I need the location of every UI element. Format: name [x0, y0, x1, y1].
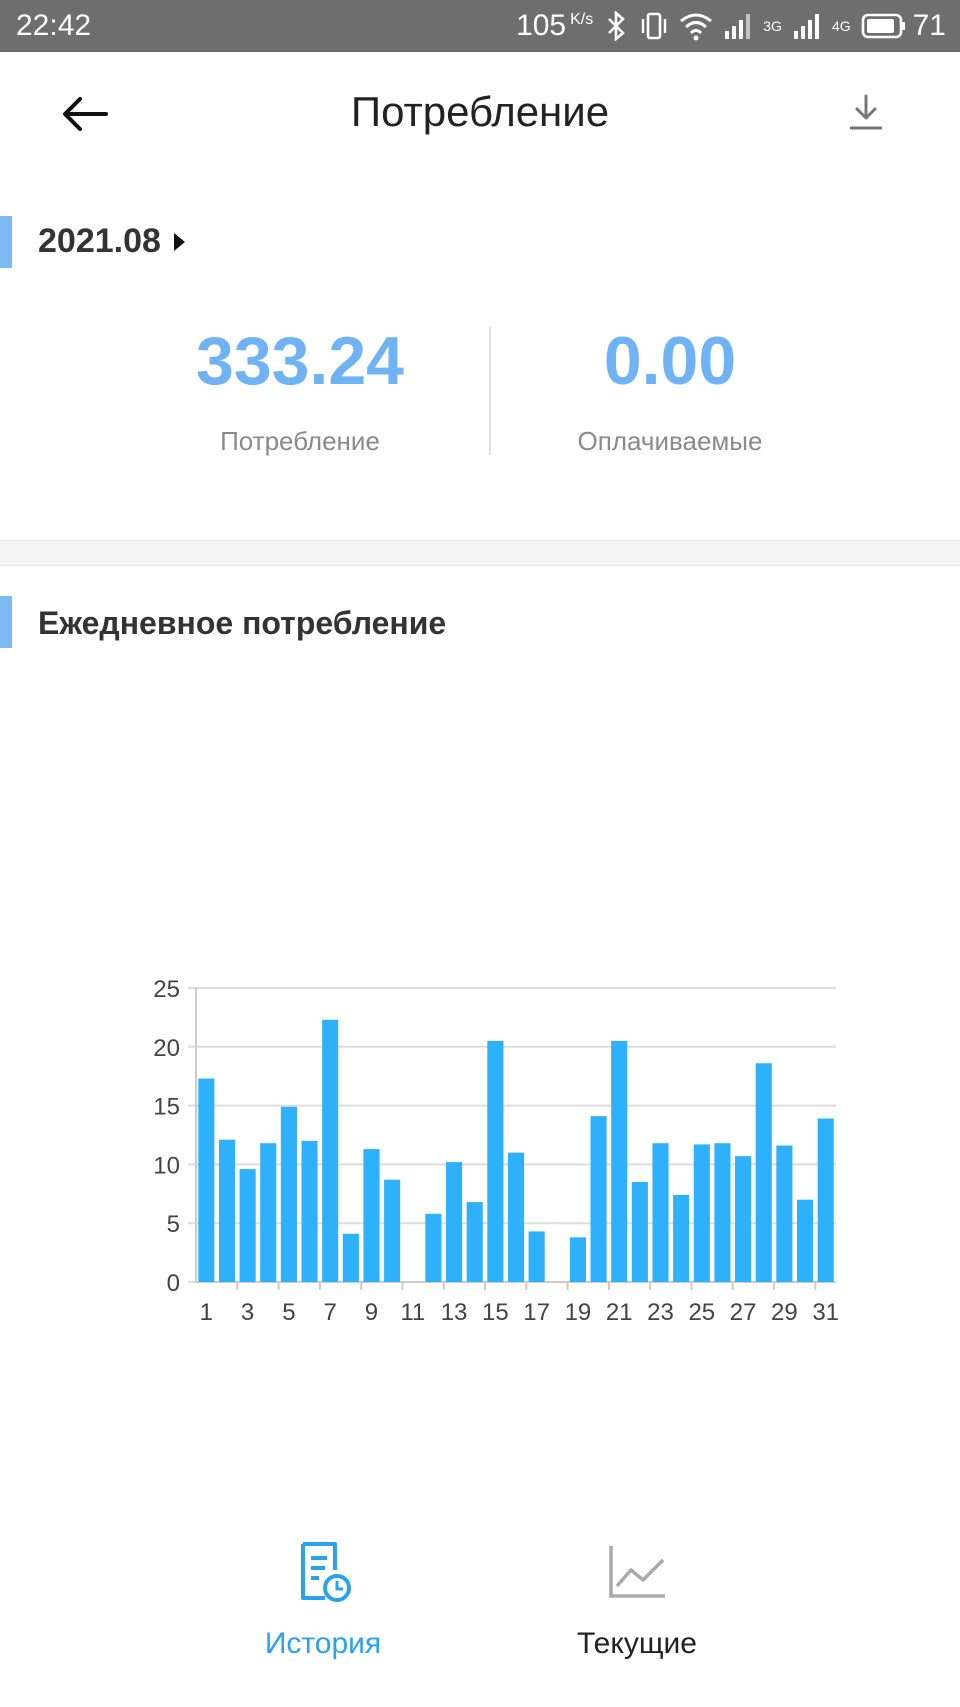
- daily-section-title: Ежедневное потребление: [38, 605, 447, 641]
- chart-x-tick-label: 21: [606, 1299, 633, 1326]
- chart-bar: [322, 1019, 339, 1282]
- network-speed-unit: K/s: [570, 11, 594, 28]
- chart-bar: [714, 1143, 731, 1282]
- history-document-icon: [301, 1542, 351, 1602]
- section-separator: [0, 540, 960, 566]
- chart-bar: [425, 1213, 442, 1282]
- chart-bar: [507, 1152, 525, 1282]
- chart-y-tick-label: 10: [153, 1152, 180, 1179]
- chart-bar: [218, 1139, 236, 1282]
- chart-x-tick-label: 13: [441, 1299, 468, 1326]
- chart-bar: [817, 1118, 834, 1282]
- chart-bar: [693, 1144, 710, 1282]
- tab-history-label: История: [264, 1627, 382, 1660]
- tab-current-label: Текущие: [577, 1627, 697, 1660]
- stat-divider: [489, 327, 491, 455]
- chart-bar: [652, 1143, 669, 1282]
- network-speed: 105: [516, 9, 567, 42]
- status-bar: 22:42 105 K/s 3G 4G 71: [0, 0, 960, 52]
- chart-bar: [280, 1106, 297, 1282]
- tab-current[interactable]: Текущие: [517, 1540, 757, 1661]
- chart-bar: [590, 1116, 607, 1282]
- bluetooth-icon: [603, 11, 629, 41]
- app-header: Потребление: [0, 52, 960, 180]
- chart-x-tick-label: 25: [688, 1299, 715, 1326]
- battery-level: 71: [912, 9, 946, 42]
- billable-stat: 0.00 Оплачиваемые: [500, 322, 840, 457]
- chart-x-tick-label: 17: [523, 1299, 550, 1326]
- chart-y-tick-label: 15: [153, 1094, 180, 1121]
- daily-consumption-chart: 05101520251 3 5 7 9 11 13 15 17 19 21 23 25 27 29 31: [153, 976, 839, 1326]
- chart-bar: [796, 1199, 814, 1282]
- chart-x-tick-label: 3: [241, 1299, 254, 1326]
- consumption-label: Потребление: [220, 426, 380, 456]
- chart-x-tick-label: 29: [771, 1299, 798, 1326]
- chart-y-tick-label: 5: [167, 1211, 180, 1238]
- chart-y-tick-label: 0: [167, 1270, 180, 1297]
- network-type-3g: 3G: [763, 18, 782, 34]
- download-button[interactable]: [846, 92, 900, 146]
- line-chart-icon: [609, 1546, 665, 1598]
- chart-bar: [611, 1040, 628, 1282]
- chart-bar: [776, 1145, 793, 1282]
- chart-y-tick-label: 20: [153, 1035, 180, 1062]
- month-label: 2021.08: [38, 222, 161, 260]
- tab-history[interactable]: История: [203, 1540, 443, 1661]
- status-time: 22:42: [16, 9, 92, 42]
- chart-x-tick-label: 1: [200, 1299, 213, 1326]
- chart-x-tick-label: 5: [282, 1299, 295, 1326]
- chart-bar: [301, 1140, 318, 1282]
- chart-bar: [528, 1231, 545, 1282]
- chart-bar: [755, 1063, 772, 1282]
- consumption-stat: 333.24 Потребление: [130, 322, 470, 457]
- chart-bar: [487, 1040, 504, 1282]
- page-title: Потребление: [350, 88, 610, 135]
- chart-bar: [466, 1202, 483, 1282]
- chart-bar: [631, 1182, 648, 1282]
- consumption-value: 333.24: [196, 323, 404, 399]
- chart-x-tick-label: 9: [365, 1299, 378, 1326]
- chart-bar: [569, 1237, 586, 1282]
- vibrate-icon: [639, 11, 669, 41]
- month-selector[interactable]: 2021.08: [38, 222, 187, 261]
- chart-bar: [673, 1194, 690, 1282]
- chart-x-tick-label: 11: [400, 1299, 425, 1326]
- section-accent-bar: [0, 596, 12, 648]
- chart-x-tick-label: 15: [482, 1299, 509, 1326]
- chart-x-tick-label: 31: [812, 1299, 839, 1326]
- chart-bar: [260, 1143, 277, 1282]
- chart-bar: [384, 1179, 401, 1282]
- network-type-4g: 4G: [831, 18, 851, 34]
- chart-x-tick-label: 19: [565, 1299, 592, 1326]
- chart-x-tick-label: 7: [324, 1299, 337, 1326]
- chart-bar: [239, 1169, 256, 1282]
- status-icons: 105 K/s 3G 4G 71: [516, 6, 946, 46]
- chart-bar: [342, 1233, 359, 1282]
- billable-value: 0.00: [603, 323, 737, 399]
- wifi-icon: [679, 11, 713, 41]
- battery-icon: [861, 13, 905, 39]
- download-icon: [850, 94, 882, 130]
- section-accent-bar: [0, 216, 12, 268]
- signal-icon: [792, 11, 822, 41]
- chart-bar: [735, 1156, 752, 1282]
- chart-x-tick-label: 27: [730, 1299, 757, 1326]
- chart-bar: [446, 1162, 463, 1282]
- chart-bar: [198, 1078, 215, 1282]
- billable-label: Оплачиваемые: [577, 426, 763, 456]
- chart-bar: [363, 1149, 380, 1282]
- caret-right-icon: [173, 232, 185, 251]
- signal-icon: [723, 11, 753, 41]
- chart-x-tick-label: 23: [647, 1299, 674, 1326]
- battery: 71: [861, 9, 946, 43]
- chart-y-tick-label: 25: [153, 976, 180, 1003]
